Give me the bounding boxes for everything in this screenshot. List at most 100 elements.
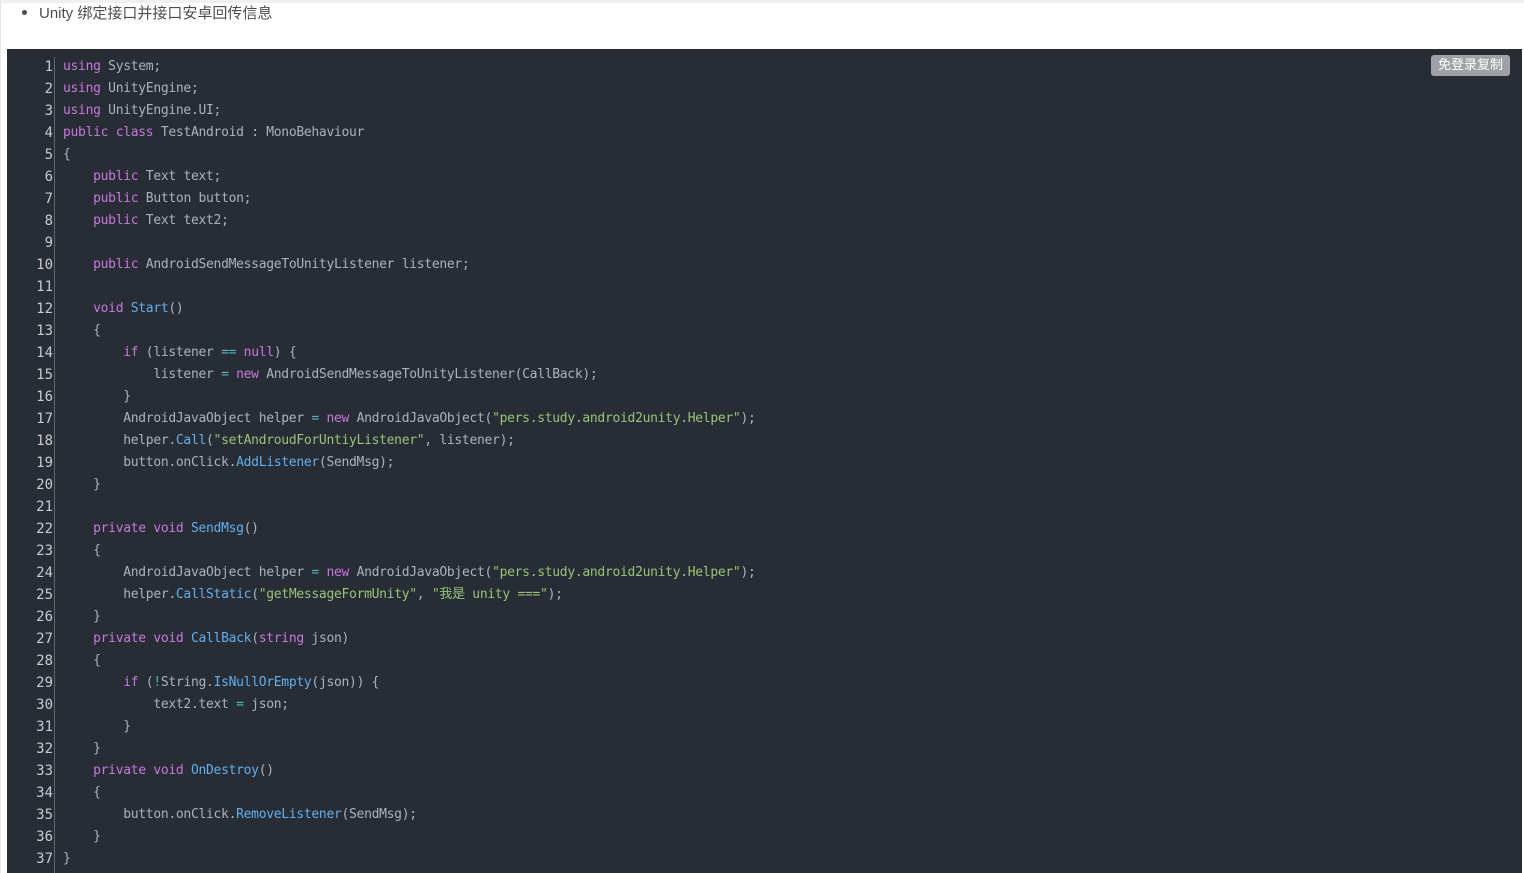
bullet-icon — [22, 9, 27, 15]
code-text: AndroidJavaObject helper — [63, 565, 312, 580]
code-line: using System; — [63, 56, 756, 78]
code-operator: ! — [153, 675, 161, 690]
code-line: { — [63, 540, 756, 562]
line-number: 13 — [36, 323, 53, 339]
code-keyword: if — [123, 675, 139, 690]
code-text: } — [63, 741, 101, 756]
code-keyword: void — [93, 301, 124, 316]
code-text: button.onClick. — [63, 455, 237, 470]
code-function-name: OnDestroy — [190, 763, 259, 778]
code-line: public AndroidSendMessageToUnityListener… — [63, 254, 756, 276]
line-number: 8 — [44, 213, 53, 229]
line-number: 24 — [36, 565, 53, 581]
line-number: 16 — [36, 389, 53, 405]
code-keyword: public — [93, 169, 139, 184]
code-content[interactable]: using System; using UnityEngine; using Uni… — [63, 56, 756, 870]
code-line: { — [63, 144, 756, 166]
line-number: 20 — [36, 477, 53, 493]
code-line: AndroidJavaObject helper = new AndroidJa… — [63, 408, 756, 430]
line-number: 17 — [36, 411, 53, 427]
code-text: (json)) { — [311, 675, 380, 690]
code-text: System; — [100, 59, 161, 74]
code-text: ( — [251, 587, 259, 602]
code-text: AndroidJavaObject( — [349, 565, 493, 580]
code-text: Button button; — [138, 191, 252, 206]
code-operator: = — [236, 697, 244, 712]
line-number: 33 — [36, 763, 53, 779]
code-operator: = — [311, 411, 319, 426]
code-text: listener — [63, 367, 222, 382]
code-keyword: public — [63, 125, 109, 140]
copy-code-button[interactable]: 免登录复制 — [1430, 55, 1510, 76]
code-text: ( — [138, 675, 154, 690]
line-number: 9 — [44, 235, 53, 251]
code-text: UnityEngine; — [100, 81, 199, 96]
code-keyword: null — [243, 345, 274, 360]
code-line: { — [63, 650, 756, 672]
code-text: button.onClick. — [63, 807, 237, 822]
code-line: if (!String.IsNullOrEmpty(json)) { — [63, 672, 756, 694]
code-function-name: CallStatic — [175, 587, 252, 602]
code-text: } — [63, 609, 101, 624]
code-keyword: using — [63, 103, 101, 118]
code-keyword: using — [63, 59, 101, 74]
code-text: () — [168, 301, 184, 316]
code-text: helper. — [63, 433, 176, 448]
line-number: 2 — [44, 81, 53, 97]
line-number: 36 — [36, 829, 53, 845]
line-number: 7 — [44, 191, 53, 207]
code-keyword: private — [93, 521, 146, 536]
code-text: ( — [206, 433, 214, 448]
code-text: , — [416, 587, 432, 602]
code-string: "getMessageFormUnity" — [258, 587, 417, 602]
line-number: 23 — [36, 543, 53, 559]
code-text: { — [63, 323, 101, 338]
code-text: { — [63, 785, 101, 800]
bullet-text: Unity 绑定接口并接口安卓回传信息 — [39, 4, 273, 22]
line-number: 29 — [36, 675, 53, 691]
code-text: ); — [547, 587, 563, 602]
code-line: button.onClick.AddListener(SendMsg); — [63, 452, 756, 474]
line-number: 18 — [36, 433, 53, 449]
code-line: using UnityEngine.UI; — [63, 100, 756, 122]
code-line: } — [63, 606, 756, 628]
code-function-name: Call — [175, 433, 207, 448]
line-number: 14 — [36, 345, 53, 361]
code-keyword: class — [115, 125, 154, 140]
code-text: AndroidJavaObject( — [349, 411, 493, 426]
code-text: AndroidSendMessageToUnityListener listen… — [138, 257, 470, 272]
line-number: 35 — [36, 807, 53, 823]
code-line: { — [63, 320, 756, 342]
code-keyword: void — [153, 763, 184, 778]
code-function-name: RemoveListener — [236, 807, 342, 822]
code-text: Text text2; — [138, 213, 229, 228]
code-text: ); — [740, 565, 756, 580]
code-line: if (listener == null) { — [63, 342, 756, 364]
code-text: , listener); — [424, 433, 515, 448]
line-number: 22 — [36, 521, 53, 537]
code-text: } — [63, 829, 101, 844]
code-text: json) — [303, 631, 350, 646]
code-line: } — [63, 848, 756, 870]
code-keyword: private — [93, 631, 146, 646]
code-text: (SendMsg); — [341, 807, 418, 822]
code-text: ); — [740, 411, 756, 426]
code-text: () — [258, 763, 274, 778]
code-keyword: new — [236, 367, 259, 382]
code-text: AndroidSendMessageToUnityListener(CallBa… — [258, 367, 598, 382]
code-keyword: new — [326, 411, 350, 426]
code-operator: = — [221, 367, 229, 382]
code-line: text2.text = json; — [63, 694, 756, 716]
line-number: 30 — [36, 697, 53, 713]
